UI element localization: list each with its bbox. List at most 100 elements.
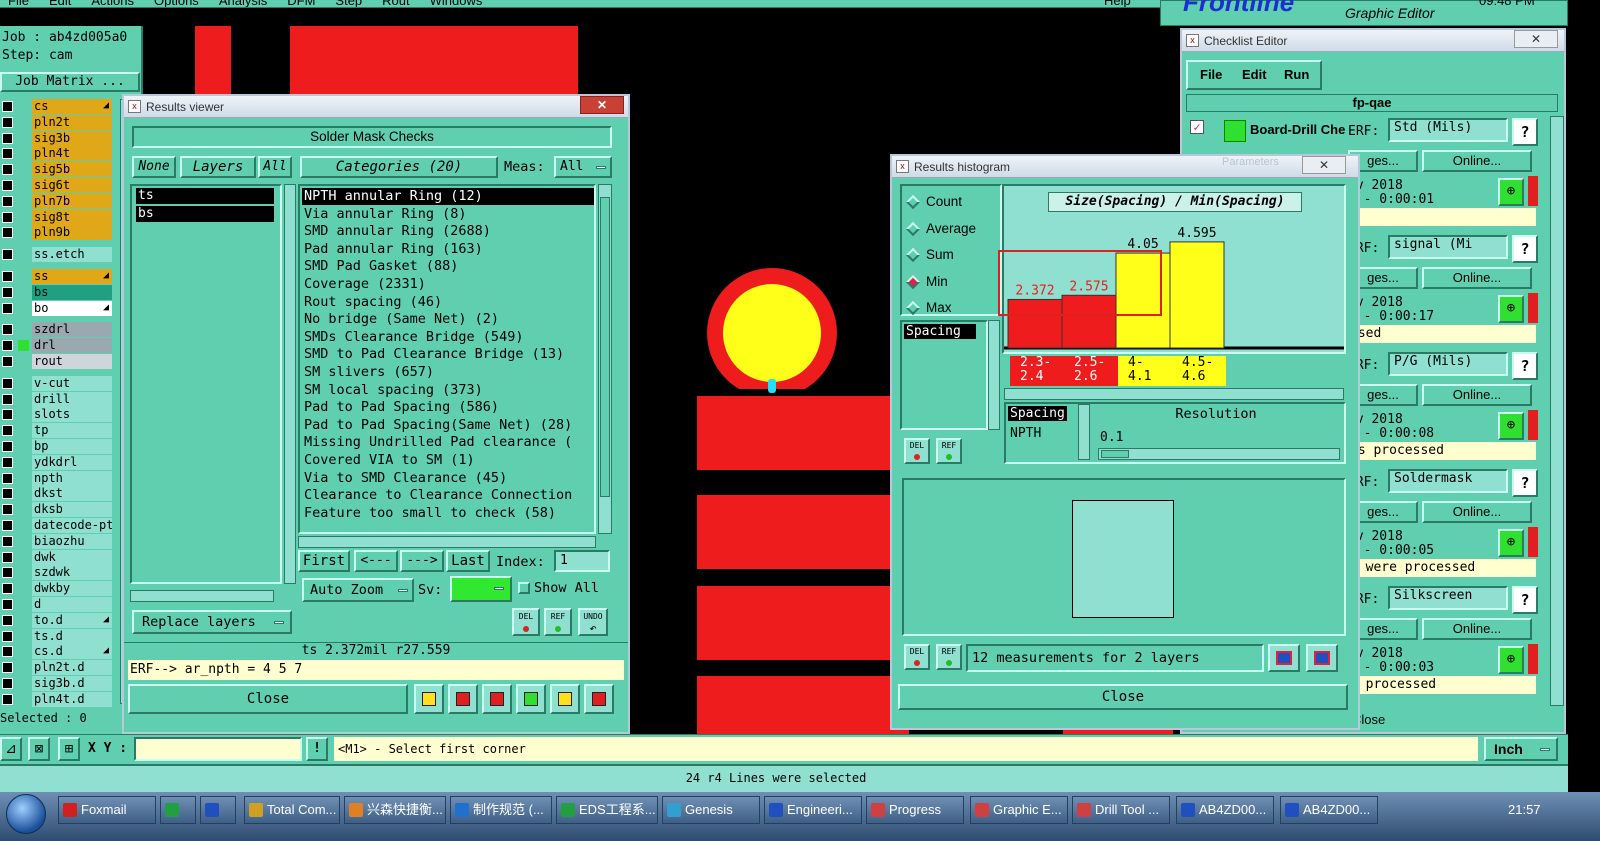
del-button[interactable]: DEL <box>904 438 930 464</box>
layer-checkbox[interactable] <box>2 409 13 421</box>
layer-checkbox[interactable] <box>2 356 13 367</box>
layer-checkbox[interactable] <box>2 693 13 705</box>
category-item[interactable]: Missing Undrilled Pad clearance ( <box>302 434 594 451</box>
layers-button[interactable]: Layers <box>180 156 256 178</box>
index-input[interactable]: 1 <box>554 550 610 572</box>
xy-input[interactable] <box>134 737 302 761</box>
chart-bar-icon[interactable] <box>414 684 444 714</box>
radio-icon[interactable] <box>905 194 921 210</box>
layer-row[interactable]: slots <box>0 407 113 423</box>
layer-row[interactable]: szdwk <box>0 565 113 581</box>
units-select[interactable]: Inch <box>1484 737 1558 761</box>
taskbar-item[interactable] <box>160 796 196 824</box>
layer-row[interactable]: datecode-ptd <box>0 518 113 533</box>
checklist-menu-edit[interactable]: Edit <box>1242 67 1267 82</box>
number-icon[interactable] <box>516 684 546 714</box>
zoom-icon[interactable]: ⊕ <box>1498 646 1524 674</box>
layer-row[interactable]: dkst <box>0 486 113 502</box>
start-orb-icon[interactable] <box>6 794 46 834</box>
layer-row[interactable]: biaozhu <box>0 533 113 549</box>
layer-row[interactable]: ts.d <box>0 628 113 644</box>
taskbar-item[interactable]: Progress <box>866 796 964 824</box>
layer-row[interactable]: tp <box>0 423 113 439</box>
category-item[interactable]: Pad to Pad Spacing (586) <box>302 399 594 416</box>
taskbar-item[interactable] <box>200 796 236 824</box>
online-button[interactable]: Online... <box>1422 501 1532 523</box>
replace-layers-select[interactable]: Replace layers <box>132 610 292 634</box>
erf-field[interactable]: Soldermask <box>1388 469 1508 493</box>
next-button[interactable]: ---> <box>400 550 444 572</box>
category-item[interactable]: SM local spacing (373) <box>302 382 594 399</box>
select-tool-icon[interactable]: ⊿ <box>0 737 22 761</box>
meas-select[interactable]: All <box>554 156 612 178</box>
layer-checkbox[interactable] <box>2 599 13 610</box>
taskbar-item[interactable]: Graphic E... <box>970 796 1068 824</box>
layer-row[interactable]: drill <box>0 391 113 407</box>
menu-item-file[interactable]: File <box>8 0 29 7</box>
layer-checkbox[interactable] <box>2 271 13 282</box>
layer-checkbox[interactable] <box>2 393 13 405</box>
layer-row[interactable]: bo ◢ <box>0 300 113 316</box>
layer-checkbox[interactable] <box>2 646 13 658</box>
delete-x-icon[interactable] <box>482 684 512 714</box>
help-button[interactable]: ? <box>1512 118 1538 146</box>
layer-checkbox[interactable] <box>2 630 13 642</box>
layer-row[interactable]: rout <box>0 354 113 369</box>
category-item[interactable]: Pad to Pad Spacing(Same Net) (28) <box>302 417 594 434</box>
category-item[interactable]: Covered VIA to SM (1) <box>302 452 594 469</box>
layer-row[interactable]: szdrl <box>0 322 113 338</box>
taskbar-item[interactable]: 制作规范 (... <box>450 796 552 824</box>
notes-icon[interactable] <box>550 684 580 714</box>
layer-icon[interactable] <box>448 684 478 714</box>
category-item[interactable]: No bridge (Same Net) (2) <box>302 311 594 328</box>
sv-color-select[interactable] <box>450 576 512 602</box>
taskbar-item[interactable]: Total Com... <box>244 796 340 824</box>
menu-item-rout[interactable]: Rout <box>382 0 409 7</box>
category-item[interactable]: SMD Pad Gasket (88) <box>302 258 594 275</box>
ref-button[interactable]: REF <box>544 608 572 636</box>
option-max[interactable]: Max <box>902 298 998 318</box>
checklist-first-row[interactable]: ✓ Board-Drill Che <box>1186 116 1356 146</box>
layer-row[interactable]: sig5b <box>0 162 113 178</box>
chart-hscroll[interactable] <box>1004 388 1344 400</box>
zoom-icon[interactable]: ⊕ <box>1498 529 1524 557</box>
checked-icon[interactable]: ✓ <box>1190 120 1204 134</box>
histogram-icon[interactable] <box>584 684 614 714</box>
layer-row[interactable]: d <box>0 597 113 612</box>
category-item[interactable]: Via to SMD Clearance (45) <box>302 470 594 487</box>
layer-checkbox[interactable] <box>2 164 13 176</box>
radio-icon[interactable] <box>905 221 921 236</box>
layer-checkbox[interactable] <box>2 583 13 595</box>
resolution-scrollbar[interactable] <box>1078 404 1090 460</box>
layer-row[interactable]: dwk <box>0 549 113 565</box>
layer-row[interactable]: to.d ◢ <box>0 612 113 628</box>
layer-checkbox[interactable] <box>2 614 13 626</box>
layer-checkbox[interactable] <box>2 227 13 239</box>
categories-hscroll[interactable] <box>298 536 596 548</box>
layer-checkbox[interactable] <box>2 662 13 674</box>
layer-row[interactable]: bs <box>0 284 113 300</box>
erf-field[interactable]: Silkscreen <box>1388 586 1508 610</box>
layer-checkbox[interactable] <box>2 211 13 223</box>
layer-row[interactable]: pln7b <box>0 193 113 209</box>
taskbar-item[interactable]: EDS工程系... <box>556 796 658 824</box>
taskbar-item[interactable]: Engineeri... <box>764 796 862 824</box>
undo-button[interactable]: UNDO ↶ <box>578 608 608 636</box>
warning-icon[interactable]: ! <box>306 737 328 761</box>
ref-button[interactable]: REF <box>936 644 962 670</box>
chart-import-icon[interactable] <box>1306 644 1338 672</box>
histogram-titlebar[interactable]: x Results histogram Parameters ✕ <box>892 156 1358 178</box>
last-button[interactable]: Last <box>446 550 490 572</box>
layer-checkbox[interactable] <box>2 504 13 516</box>
layer-row[interactable]: ydkdrl <box>0 454 113 470</box>
category-item[interactable]: Clearance to Clearance Connection <box>302 487 594 504</box>
layer-checkbox[interactable] <box>2 340 13 352</box>
measure-tool-icon[interactable]: ⊠ <box>28 737 50 761</box>
option-min[interactable]: Min <box>902 272 998 292</box>
option-average[interactable]: Average <box>902 219 998 239</box>
layer-checkbox[interactable] <box>2 180 13 191</box>
layer-checkbox[interactable] <box>2 286 13 298</box>
taskbar-item[interactable]: AB4ZD00... <box>1280 796 1378 824</box>
none-button[interactable]: None <box>132 156 176 178</box>
layer-checkbox[interactable] <box>2 567 13 579</box>
